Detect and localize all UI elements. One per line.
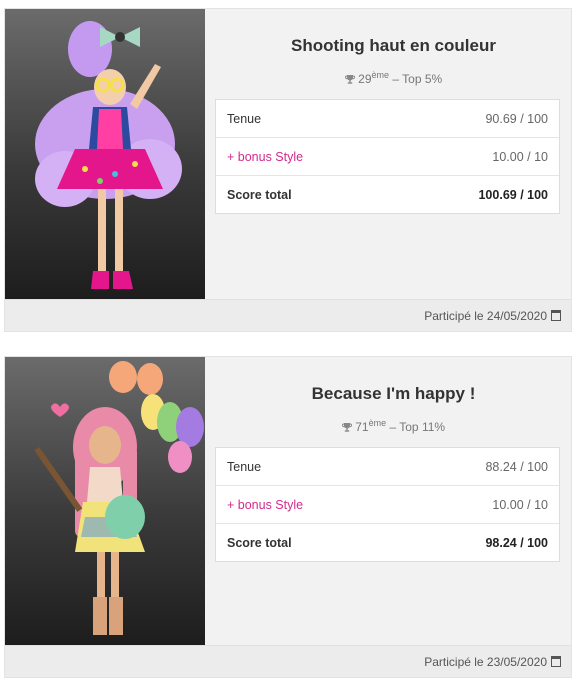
calendar-icon <box>551 656 561 667</box>
total-score: 100.69 / 100 <box>478 187 548 202</box>
rank-line: 29ème – Top 5% <box>215 67 572 86</box>
outfit-label: Tenue <box>227 459 262 474</box>
score-table: Tenue 90.69 / 100 + bonus Style 10.00 / … <box>215 99 560 214</box>
outfit-row: Tenue 88.24 / 100 <box>216 448 559 486</box>
bonus-row: + bonus Style 10.00 / 10 <box>216 486 559 524</box>
bonus-label: + bonus Style <box>227 497 304 512</box>
rank-top: – Top 5% <box>392 72 443 86</box>
score-table: Tenue 88.24 / 100 + bonus Style 10.00 / … <box>215 447 560 562</box>
participation-date: Participé le 24/05/2020 <box>424 308 547 323</box>
contest-card: Shooting haut en couleur 29ème – Top 5% … <box>4 8 572 332</box>
contest-info: Shooting haut en couleur 29ème – Top 5% … <box>215 9 572 214</box>
outfit-row: Tenue 90.69 / 100 <box>216 100 559 138</box>
total-label: Score total <box>227 535 292 550</box>
participation-footer: Participé le 23/05/2020 <box>5 645 571 677</box>
participation-date: Participé le 23/05/2020 <box>424 654 547 669</box>
outfit-label: Tenue <box>227 111 262 126</box>
rank-suffix: ème <box>368 418 387 428</box>
total-score: 98.24 / 100 <box>485 535 548 550</box>
rank-line: 71ème – Top 11% <box>215 415 572 434</box>
trophy-icon <box>341 423 352 432</box>
trophy-icon <box>344 75 355 84</box>
contest-card: Because I'm happy ! 71ème – Top 11% Tenu… <box>4 356 572 678</box>
bonus-score: 10.00 / 10 <box>492 149 548 164</box>
participation-footer: Participé le 24/05/2020 <box>5 299 571 331</box>
bonus-label: + bonus Style <box>227 149 304 164</box>
outfit-score: 88.24 / 100 <box>485 459 548 474</box>
contest-title[interactable]: Shooting haut en couleur <box>215 35 572 57</box>
bonus-row: + bonus Style 10.00 / 10 <box>216 138 559 176</box>
avatar-outfit-image[interactable] <box>5 9 205 299</box>
rank-number: 71 <box>355 420 369 434</box>
total-row: Score total 100.69 / 100 <box>216 176 559 213</box>
contest-title[interactable]: Because I'm happy ! <box>215 383 572 405</box>
total-row: Score total 98.24 / 100 <box>216 524 559 561</box>
calendar-icon <box>551 310 561 321</box>
rank-top: – Top 11% <box>389 420 446 434</box>
bonus-score: 10.00 / 10 <box>492 497 548 512</box>
rank-number: 29 <box>358 72 372 86</box>
total-label: Score total <box>227 187 292 202</box>
contest-info: Because I'm happy ! 71ème – Top 11% Tenu… <box>215 357 572 562</box>
avatar-outfit-image[interactable] <box>5 357 205 645</box>
rank-suffix: ème <box>371 70 390 80</box>
outfit-score: 90.69 / 100 <box>485 111 548 126</box>
